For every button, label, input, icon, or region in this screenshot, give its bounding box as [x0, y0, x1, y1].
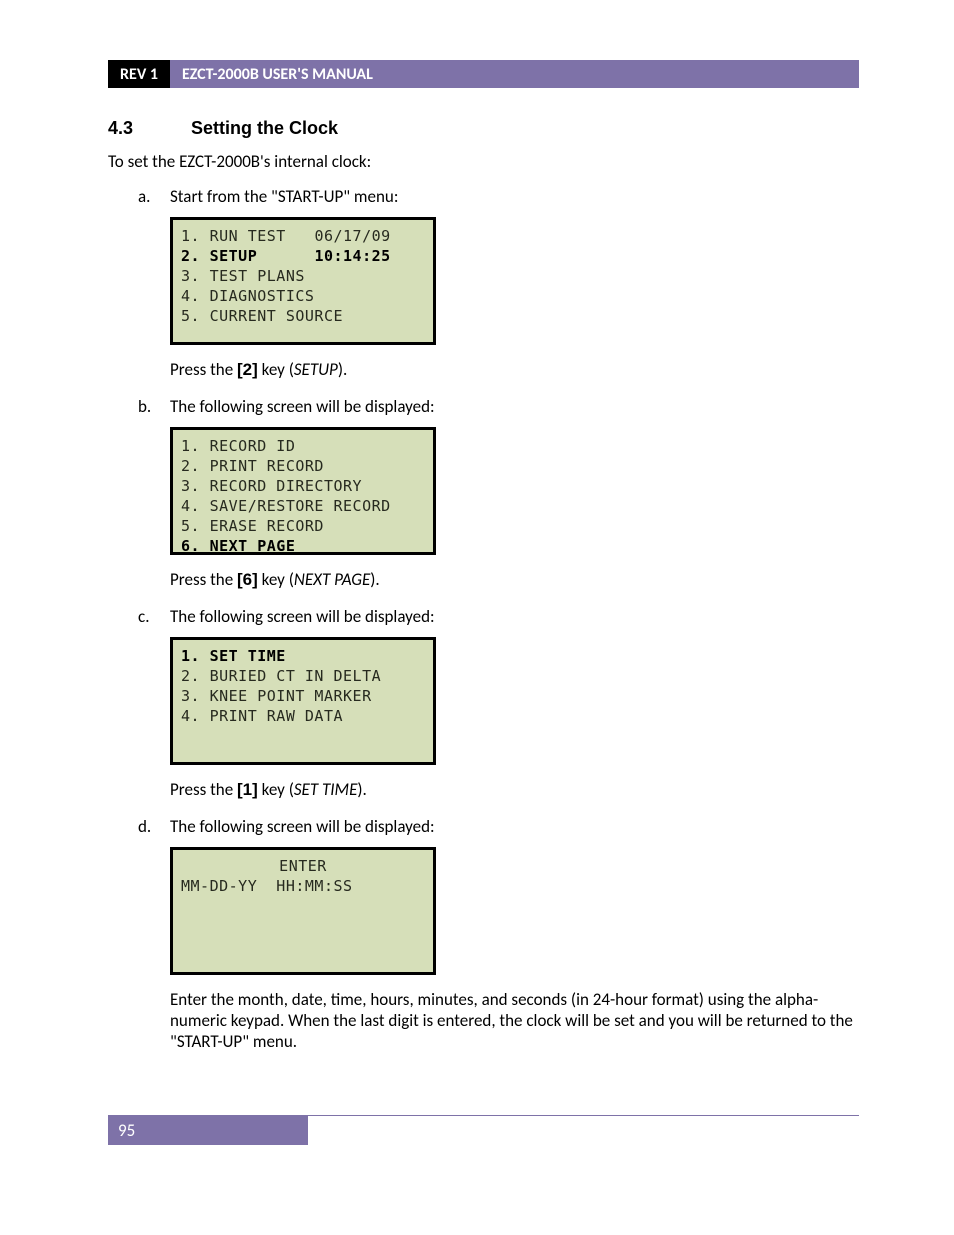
step-marker: d.	[138, 816, 170, 837]
lcd-line: 3. KNEE POINT MARKER	[181, 687, 372, 705]
lcd-line: 4. DIAGNOSTICS	[181, 287, 314, 305]
section-number: 4.3	[108, 118, 186, 139]
step-body: The following screen will be displayed:	[170, 396, 859, 417]
header-revision: REV 1	[108, 60, 170, 88]
step-body: The following screen will be displayed:	[170, 606, 859, 627]
lcd-line: 5. CURRENT SOURCE	[181, 307, 343, 325]
step-body: Start from the "START-UP" menu:	[170, 186, 859, 207]
lcd-line: 2. SETUP	[181, 247, 257, 265]
lcd-screen-b: 1. RECORD ID 2. PRINT RECORD 3. RECORD D…	[170, 427, 436, 555]
key-name: NEXT PAGE	[294, 569, 370, 590]
step-marker: a.	[138, 186, 170, 207]
key-label: [2]	[237, 360, 258, 379]
lcd-line: 2. PRINT RECORD	[181, 457, 324, 475]
lcd-line: 3. TEST PLANS	[181, 267, 305, 285]
lcd-line: 5. ERASE RECORD	[181, 517, 324, 535]
key-name: SET TIME	[294, 779, 358, 800]
footer-bar: 95	[108, 1115, 859, 1145]
header-bar: REV 1 EZCT-2000B USER'S MANUAL	[108, 60, 859, 88]
lcd-line: 6. NEXT PAGE	[181, 537, 295, 555]
step-body: The following screen will be displayed:	[170, 816, 859, 837]
page: REV 1 EZCT-2000B USER'S MANUAL 4.3 Setti…	[0, 0, 954, 1235]
press-instruction-c: Press the [1] key (SET TIME).	[170, 779, 859, 800]
press-mid: key (	[258, 569, 294, 590]
press-instruction-a: Press the [2] key (SETUP).	[170, 359, 859, 380]
lcd-line: 2. BURIED CT IN DELTA	[181, 667, 381, 685]
lcd-line: 1. SET TIME	[181, 647, 286, 665]
step-a: a. Start from the "START-UP" menu:	[138, 186, 859, 207]
step-b: b. The following screen will be displaye…	[138, 396, 859, 417]
step-marker: b.	[138, 396, 170, 417]
lcd-line: 4. PRINT RAW DATA	[181, 707, 343, 725]
lcd-screen-d: ENTERMM-DD-YY HH:MM:SS	[170, 847, 436, 975]
page-number: 95	[108, 1116, 308, 1145]
step-marker: c.	[138, 606, 170, 627]
step-d: d. The following screen will be displaye…	[138, 816, 859, 837]
press-mid: key (	[258, 359, 294, 380]
section-heading: 4.3 Setting the Clock	[108, 118, 859, 139]
key-name: SETUP	[294, 359, 338, 380]
lcd-screen-a: 1. RUN TEST 06/17/09 2. SETUP 10:14:25 3…	[170, 217, 436, 345]
lcd-screen-c: 1. SET TIME 2. BURIED CT IN DELTA 3. KNE…	[170, 637, 436, 765]
press-pre: Press the	[170, 569, 237, 590]
section-title: Setting the Clock	[191, 118, 338, 138]
key-label: [1]	[237, 780, 258, 799]
lcd-line: MM-DD-YY HH:MM:SS	[181, 877, 353, 895]
lcd-line: 4. SAVE/RESTORE RECORD	[181, 497, 391, 515]
press-instruction-b: Press the [6] key (NEXT PAGE).	[170, 569, 859, 590]
final-instruction: Enter the month, date, time, hours, minu…	[170, 989, 859, 1052]
press-post: ).	[357, 779, 366, 800]
key-label: [6]	[237, 570, 258, 589]
press-mid: key (	[258, 779, 294, 800]
intro-text: To set the EZCT-2000B's internal clock:	[108, 151, 859, 172]
lcd-line: 1. RUN TEST	[181, 227, 286, 245]
press-pre: Press the	[170, 779, 237, 800]
lcd-line: 3. RECORD DIRECTORY	[181, 477, 362, 495]
lcd-line: ENTER	[181, 856, 425, 876]
lcd-line: 1. RECORD ID	[181, 437, 295, 455]
press-pre: Press the	[170, 359, 237, 380]
header-title: EZCT-2000B USER'S MANUAL	[170, 60, 859, 88]
lcd-line: 06/17/09	[314, 227, 390, 245]
press-post: ).	[370, 569, 379, 590]
step-c: c. The following screen will be displaye…	[138, 606, 859, 627]
press-post: ).	[338, 359, 347, 380]
lcd-line: 10:14:25	[314, 247, 390, 265]
